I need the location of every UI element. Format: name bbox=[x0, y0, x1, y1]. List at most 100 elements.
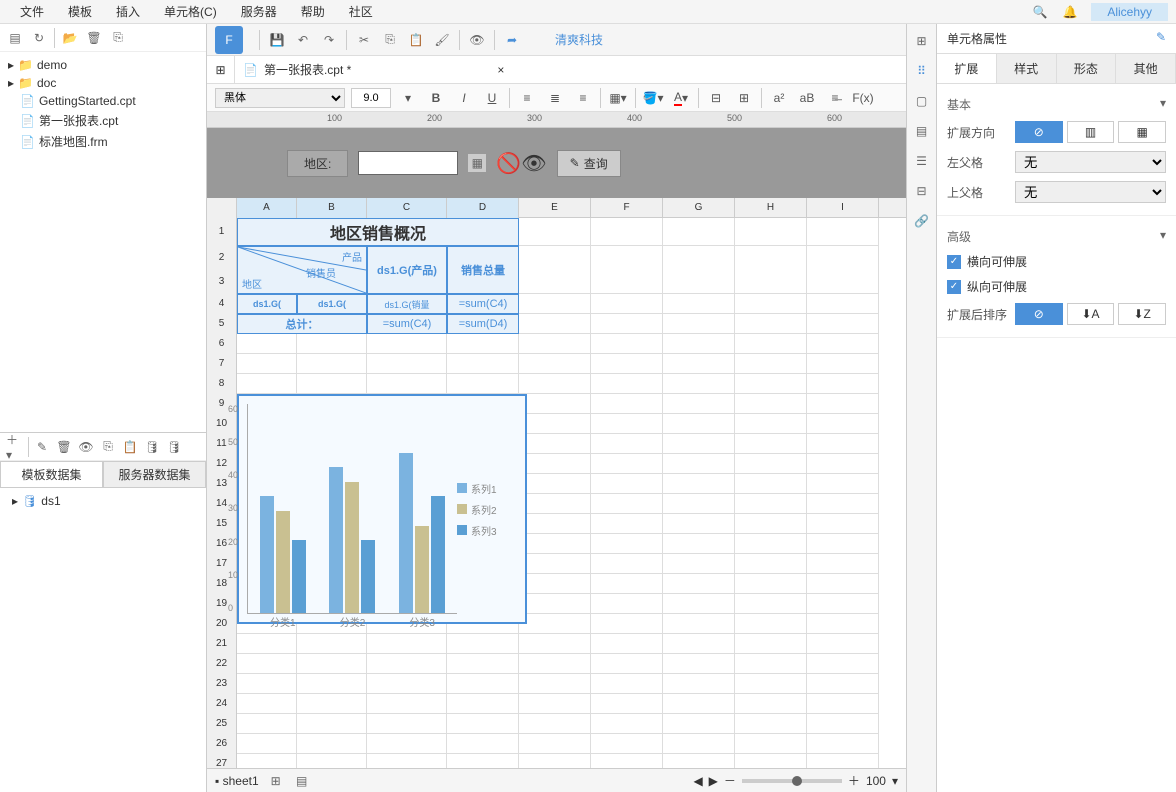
checkbox-v-expand[interactable]: ✓ 纵向可伸展 bbox=[947, 274, 1166, 299]
paste-icon[interactable]: 📋 bbox=[407, 31, 425, 49]
delete-icon[interactable]: 🗑 bbox=[85, 29, 103, 47]
cell-ab5[interactable]: 总计： bbox=[237, 314, 367, 334]
scroll-right-icon[interactable]: ▶ bbox=[709, 774, 718, 788]
col-B[interactable]: B bbox=[297, 198, 367, 218]
border-icon[interactable]: ▦▾ bbox=[607, 87, 629, 109]
row-8[interactable]: 8 bbox=[207, 374, 237, 394]
copy2-icon[interactable]: ⎘ bbox=[381, 31, 399, 49]
cell-a4[interactable]: ds1.G( bbox=[237, 294, 297, 314]
menu-insert[interactable]: 插入 bbox=[104, 3, 152, 20]
row-20[interactable]: 20 bbox=[207, 614, 237, 634]
chart-embed[interactable]: 6050403020100 分类1分类2分类3 系列1系列2系列3 bbox=[237, 394, 527, 624]
zoom-in-icon[interactable]: ＋ bbox=[848, 772, 860, 789]
cell-d5[interactable]: =sum(D4) bbox=[447, 314, 519, 334]
add-sheet-icon[interactable]: ⊞ bbox=[267, 772, 285, 790]
top-parent-select[interactable]: 无 bbox=[1015, 181, 1166, 203]
dataset-ds1[interactable]: ▸ 🛢 ds1 bbox=[4, 492, 202, 510]
row-27[interactable]: 27 bbox=[207, 754, 237, 768]
col-F[interactable]: F bbox=[591, 198, 663, 218]
tab-server-dataset[interactable]: 服务器数据集 bbox=[103, 461, 206, 488]
sort-desc-button[interactable]: ⬇Z bbox=[1118, 303, 1166, 325]
fill-color-icon[interactable]: 🪣▾ bbox=[642, 87, 664, 109]
strike-icon[interactable]: ≡̶ bbox=[824, 87, 846, 109]
tab-template-dataset[interactable]: 模板数据集 bbox=[0, 461, 103, 488]
expand-h-button[interactable]: ▥ bbox=[1067, 121, 1115, 143]
row-6[interactable]: 6 bbox=[207, 334, 237, 354]
cell-c23[interactable]: ds1.G(产品) bbox=[367, 246, 447, 294]
query-button[interactable]: ✎查询 bbox=[557, 150, 621, 177]
sheet-tab-1[interactable]: ▪ sheet1 bbox=[215, 774, 259, 788]
sheet-area[interactable]: A B C D E F G H I 1 地区销售概况 23 bbox=[207, 198, 906, 768]
eye-off-icon[interactable]: 🚫👁 bbox=[496, 151, 546, 176]
doc-tab[interactable]: 📄 第一张报表.cpt * × bbox=[235, 56, 512, 83]
redo-icon[interactable]: ↷ bbox=[320, 31, 338, 49]
delete-dataset-icon[interactable]: 🗑 bbox=[55, 438, 73, 456]
menu-community[interactable]: 社区 bbox=[337, 3, 385, 20]
expand-v-button[interactable]: ▦ bbox=[1118, 121, 1166, 143]
align-center-icon[interactable]: ≣ bbox=[544, 87, 566, 109]
menu-server[interactable]: 服务器 bbox=[229, 3, 289, 20]
subscript-icon[interactable]: aB bbox=[796, 87, 818, 109]
tab-style[interactable]: 样式 bbox=[997, 54, 1057, 83]
cell-c5[interactable]: =sum(C4) bbox=[367, 314, 447, 334]
edit-icon[interactable]: ✎ bbox=[33, 438, 51, 456]
cell-title[interactable]: 地区销售概况 bbox=[237, 218, 519, 246]
pin-icon[interactable]: ✎ bbox=[1156, 30, 1166, 47]
zoom-slider[interactable] bbox=[742, 779, 842, 783]
scroll-left-icon[interactable]: ◀ bbox=[693, 774, 702, 788]
paste-dataset-icon[interactable]: 📋 bbox=[121, 438, 139, 456]
link-icon[interactable]: 🔗 bbox=[913, 212, 931, 230]
preview-icon[interactable]: 👁 bbox=[77, 438, 95, 456]
col-C[interactable]: C bbox=[367, 198, 447, 218]
tree-folder-doc[interactable]: ▸ 📁 doc bbox=[0, 74, 206, 92]
tab-switch-icon[interactable]: ⊞ bbox=[207, 56, 235, 84]
cell-diagonal[interactable]: 产品 销售员 地区 bbox=[237, 246, 367, 294]
row-5[interactable]: 5 bbox=[207, 314, 237, 334]
row-22[interactable]: 22 bbox=[207, 654, 237, 674]
tab-format[interactable]: 形态 bbox=[1057, 54, 1117, 83]
align-left-icon[interactable]: ≡ bbox=[516, 87, 538, 109]
cell-b4[interactable]: ds1.G( bbox=[297, 294, 367, 314]
close-tab-icon[interactable]: × bbox=[497, 63, 504, 77]
share-icon[interactable]: ➦ bbox=[503, 31, 521, 49]
menu-help[interactable]: 帮助 bbox=[289, 3, 337, 20]
tree-file-report1[interactable]: 📄 第一张报表.cpt bbox=[0, 110, 206, 131]
row-26[interactable]: 26 bbox=[207, 734, 237, 754]
float-icon[interactable]: ▤ bbox=[913, 122, 931, 140]
unmerge-icon[interactable]: ⊞ bbox=[733, 87, 755, 109]
search-icon[interactable]: 🔍 bbox=[1031, 3, 1049, 21]
tree-file-map[interactable]: 📄 标准地图.frm bbox=[0, 131, 206, 152]
zoom-out-icon[interactable]: － bbox=[724, 772, 736, 789]
size-dropdown-icon[interactable]: ▾ bbox=[397, 87, 419, 109]
cond-icon[interactable]: ⊟ bbox=[913, 182, 931, 200]
font-color-icon[interactable]: A▾ bbox=[670, 87, 692, 109]
grid-body[interactable]: 1 地区销售概况 23 产品 销售员 地区 ds1.G(产品) 销售总量 bbox=[207, 218, 906, 768]
col-D[interactable]: D bbox=[447, 198, 519, 218]
row-25[interactable]: 25 bbox=[207, 714, 237, 734]
grid-icon[interactable]: ⠿ bbox=[913, 62, 931, 80]
bell-icon[interactable]: 🔔 bbox=[1061, 3, 1079, 21]
user-badge[interactable]: Alicehyy bbox=[1091, 3, 1168, 21]
cell-d4[interactable]: =sum(C4) bbox=[447, 294, 519, 314]
add-dataset-icon[interactable]: ＋▾ bbox=[6, 438, 24, 456]
collapse-adv-icon[interactable]: ▾ bbox=[1160, 228, 1166, 245]
row-24[interactable]: 24 bbox=[207, 694, 237, 714]
row-4[interactable]: 4 bbox=[207, 294, 237, 314]
row-7[interactable]: 7 bbox=[207, 354, 237, 374]
superscript-icon[interactable]: a² bbox=[768, 87, 790, 109]
props-icon[interactable]: ⊞ bbox=[913, 32, 931, 50]
row-2-3[interactable]: 23 bbox=[207, 246, 237, 294]
menu-template[interactable]: 模板 bbox=[56, 3, 104, 20]
link-icon[interactable] bbox=[529, 31, 547, 49]
checkbox-h-expand[interactable]: ✓ 横向可伸展 bbox=[947, 249, 1166, 274]
cell-c4[interactable]: ds1.G(销量 bbox=[367, 294, 447, 314]
menu-cell[interactable]: 单元格(C) bbox=[152, 3, 229, 20]
collapse-icon[interactable]: ▤ bbox=[6, 29, 24, 47]
sort-none-button[interactable]: ⊘ bbox=[1015, 303, 1063, 325]
col-E[interactable]: E bbox=[519, 198, 591, 218]
row-21[interactable]: 21 bbox=[207, 634, 237, 654]
expand-none-button[interactable]: ⊘ bbox=[1015, 121, 1063, 143]
refresh-icon[interactable]: ↻ bbox=[30, 29, 48, 47]
tree-file-gettingstarted[interactable]: 📄 GettingStarted.cpt bbox=[0, 92, 206, 110]
underline-icon[interactable]: U bbox=[481, 87, 503, 109]
